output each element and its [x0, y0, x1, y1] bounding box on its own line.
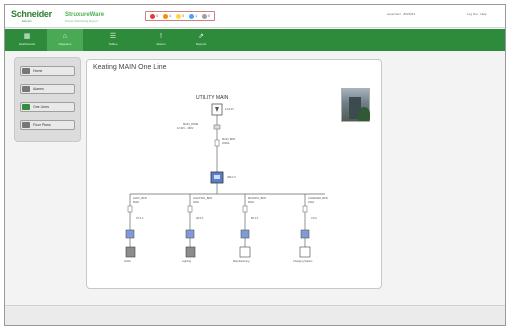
branch-value: 48.6 A: [196, 217, 204, 220]
branch-rating: 400A: [193, 201, 200, 204]
diagram-icon: ⌂: [62, 33, 68, 40]
utility-value: 12.8 kV: [225, 108, 234, 111]
product-subtitle: Power Monitoring Expert: [65, 19, 98, 23]
branch-value: 3.8 A: [311, 217, 317, 220]
alarm-none-icon: [202, 14, 207, 19]
sidebar-item-label: Home: [33, 69, 43, 73]
branch-rating: 200A: [308, 201, 315, 204]
load-label: HVAC: [124, 260, 132, 263]
user-info: supervisor · 8/5/2013: [387, 12, 416, 16]
sidebar-item-home[interactable]: Home: [20, 66, 75, 76]
home-icon: [22, 68, 30, 74]
one-line-panel: Keating MAIN One Line UTILITY MAIN 12.8 …: [86, 59, 382, 289]
sidebar-item-one-lines[interactable]: One Lines: [20, 102, 75, 112]
manufacturing-load-icon[interactable]: [239, 246, 251, 258]
transformer-value: 12.5kV - 480V: [177, 127, 194, 130]
transformer-icon[interactable]: [213, 124, 221, 130]
main-nav: ▦ Dashboards ⌂ Diagrams ☰ Tables ! Alarm…: [5, 29, 505, 51]
nav-label: Alarms: [156, 42, 166, 46]
nav-alarms[interactable]: ! Alarms: [143, 29, 179, 51]
main-meter-value: 480.2 V: [227, 176, 236, 179]
brand-logo: Schneider: [11, 9, 52, 19]
one-line-diagram: [125, 103, 325, 258]
sidebar: Home Alarms One Lines Floor Plans: [14, 57, 81, 142]
nav-diagrams[interactable]: ⌂ Diagrams: [47, 29, 83, 51]
sidebar-item-label: One Lines: [33, 105, 49, 109]
sidebar-item-label: Floor Plans: [33, 123, 51, 127]
brand-sub: Electric: [22, 19, 32, 23]
alarm-medium-icon: [163, 14, 168, 19]
sidebar-item-floor-plans[interactable]: Floor Plans: [20, 120, 75, 130]
alarm-low-icon: [176, 14, 181, 19]
branch-rating: 800A: [133, 201, 140, 204]
alarm-summary[interactable]: 0 4 0 1 0: [145, 11, 215, 21]
nav-tables[interactable]: ☰ Tables: [95, 29, 131, 51]
nav-reports[interactable]: ⇗ Reports: [183, 29, 219, 51]
branch-value: 86.1 A: [251, 217, 259, 220]
branch-meter-icon[interactable]: [240, 229, 250, 239]
alarm-info-icon: [189, 14, 194, 19]
help-links[interactable]: Log Out · Help: [467, 12, 487, 16]
product-name: StruxureWare: [65, 12, 105, 18]
branch-meter-icon[interactable]: [125, 229, 135, 239]
app-window: Schneider Electric StruxureWare Power Mo…: [4, 4, 506, 326]
lighting-load-icon[interactable]: [185, 246, 196, 258]
alarm-high-icon: [150, 14, 155, 19]
alarm-count: 0: [182, 13, 185, 18]
nav-label: Dashboards: [18, 42, 36, 46]
branch-meter-icon[interactable]: [185, 229, 195, 239]
load-label: Manufacturing: [233, 260, 250, 263]
alarm-icon: [22, 86, 30, 92]
branch-breaker-icon[interactable]: [302, 205, 308, 213]
main-breaker-label: MAIN_BKR: [222, 138, 236, 141]
branch-rating: 600A: [248, 201, 255, 204]
nav-label: Reports: [195, 42, 207, 46]
nav-label: Tables: [108, 42, 118, 46]
dashboard-icon: ▦: [23, 33, 31, 40]
branch-value: 97.2 A: [136, 217, 144, 220]
branch-breaker-icon[interactable]: [127, 205, 133, 213]
branch-breaker-icon[interactable]: [187, 205, 193, 213]
load-label: Charging Station: [293, 260, 313, 263]
sidebar-item-alarms[interactable]: Alarms: [20, 84, 75, 94]
report-icon: ⇗: [198, 33, 204, 40]
sidebar-item-label: Alarms: [33, 87, 44, 91]
branch-meter-icon[interactable]: [300, 229, 310, 239]
branch-breaker-label: CHARGER_BKR: [308, 197, 328, 200]
hvac-load-icon[interactable]: [125, 246, 136, 258]
main-breaker-icon[interactable]: [214, 139, 220, 147]
transformer-label: MAIN_XFMR: [183, 123, 199, 126]
alarm-icon: !: [160, 33, 162, 40]
meter-display: [214, 175, 220, 179]
nav-label: Diagrams: [58, 42, 72, 46]
one-line-icon: [22, 104, 30, 110]
main-breaker-value: 2000A: [222, 142, 230, 145]
alarm-count: 0: [208, 13, 211, 18]
charging-load-icon[interactable]: [299, 246, 311, 258]
nav-dashboards[interactable]: ▦ Dashboards: [9, 29, 45, 51]
branch-breaker-label: HVAC_BKR: [133, 197, 147, 200]
floor-plan-icon: [22, 122, 30, 128]
table-icon: ☰: [109, 33, 117, 40]
load-label: Lighting: [182, 260, 192, 263]
branch-breaker-icon[interactable]: [242, 205, 248, 213]
alarm-count: 1: [195, 13, 198, 18]
top-header: Schneider Electric StruxureWare Power Mo…: [5, 5, 505, 28]
status-bar: [5, 305, 505, 325]
branch-breaker-label: MANUFG_BKR: [248, 197, 267, 200]
branch-breaker-label: LIGHTING_BKR: [193, 197, 213, 200]
alarm-count: 0: [156, 13, 159, 18]
alarm-count: 4: [169, 13, 172, 18]
